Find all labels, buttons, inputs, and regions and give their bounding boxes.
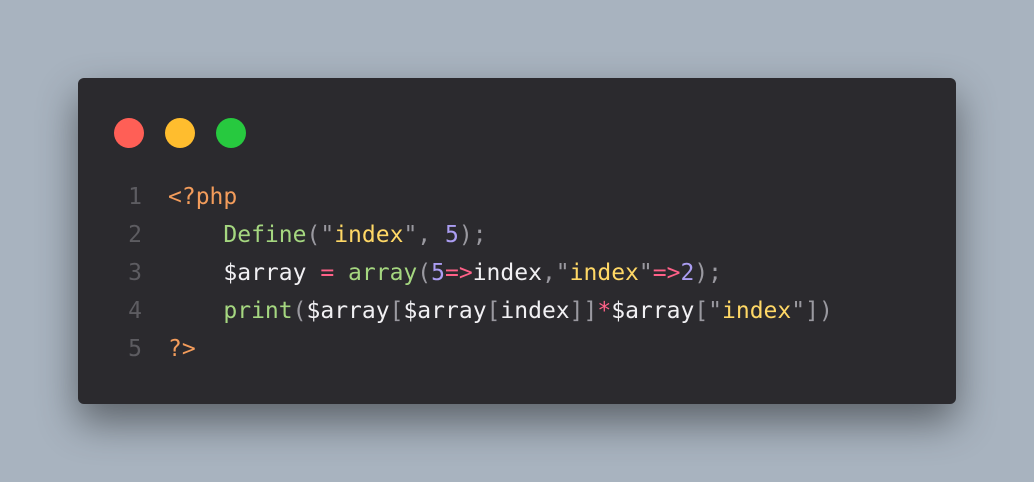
code-token: 5: [431, 260, 445, 286]
code-token: );: [694, 260, 723, 286]
code-line: 1 <?php: [78, 178, 833, 216]
line-number: 2: [128, 222, 142, 248]
line-number: 5: [128, 336, 142, 362]
code-text[interactable]: Define("index", 5);: [168, 216, 487, 254]
code-line: 4 print($array[$array[index]]*$array["in…: [78, 292, 833, 330]
code-token: $array: [611, 298, 695, 324]
code-text[interactable]: $array = array(5=>index,"index"=>2);: [168, 254, 722, 292]
code-token: );: [458, 222, 487, 248]
code-token: $array: [403, 298, 487, 324]
code-token: ?>: [168, 336, 196, 362]
code-window: 1 <?php 2 Define("index", 5); 3 $array = ar…: [78, 78, 956, 404]
maximize-dot-icon[interactable]: [216, 118, 246, 148]
close-dot-icon[interactable]: [114, 118, 144, 148]
code-token: Define: [223, 222, 307, 248]
code-token: =>: [445, 260, 473, 286]
code-token: index: [334, 222, 404, 248]
code-token: ",: [403, 222, 445, 248]
code-token: 5: [444, 222, 459, 248]
minimize-dot-icon[interactable]: [165, 118, 195, 148]
code-token: "]): [791, 298, 833, 324]
code-line: 5 ?>: [78, 330, 833, 368]
code-token: 2: [680, 260, 695, 286]
code-token: $array: [306, 298, 390, 324]
code-line: 2 Define("index", 5);: [78, 216, 833, 254]
code-token: *: [597, 298, 612, 324]
code-text[interactable]: print($array[$array[index]]*$array["inde…: [168, 292, 833, 330]
code-token: ,": [541, 260, 570, 286]
code-token: (": [306, 222, 335, 248]
code-token: (: [292, 298, 307, 324]
code-token: =>: [652, 260, 681, 286]
code-token: index: [722, 298, 792, 324]
line-number: 3: [128, 260, 142, 286]
window-controls: [114, 118, 246, 148]
line-number: 4: [128, 298, 142, 324]
code-token: index: [569, 260, 639, 286]
code-token: index: [472, 260, 542, 286]
code-token: ]]: [569, 298, 598, 324]
code-token: index: [500, 298, 570, 324]
code-token: =: [306, 260, 349, 286]
code-token: <?php: [168, 184, 238, 210]
code-token: ": [638, 260, 653, 286]
code-text[interactable]: ?>: [168, 330, 196, 368]
code-token: [": [694, 298, 723, 324]
code-token: [: [486, 298, 501, 324]
code-text[interactable]: <?php: [168, 178, 237, 216]
code-token: $array: [223, 260, 307, 286]
line-number: 1: [128, 184, 142, 210]
code-token: array: [348, 260, 418, 286]
code-token: (: [417, 260, 432, 286]
code-line: 3 $array = array(5=>index,"index"=>2);: [78, 254, 833, 292]
code-block: 1 <?php 2 Define("index", 5); 3 $array = ar…: [78, 178, 833, 368]
code-token: [: [389, 298, 404, 324]
code-token: print: [223, 298, 293, 324]
